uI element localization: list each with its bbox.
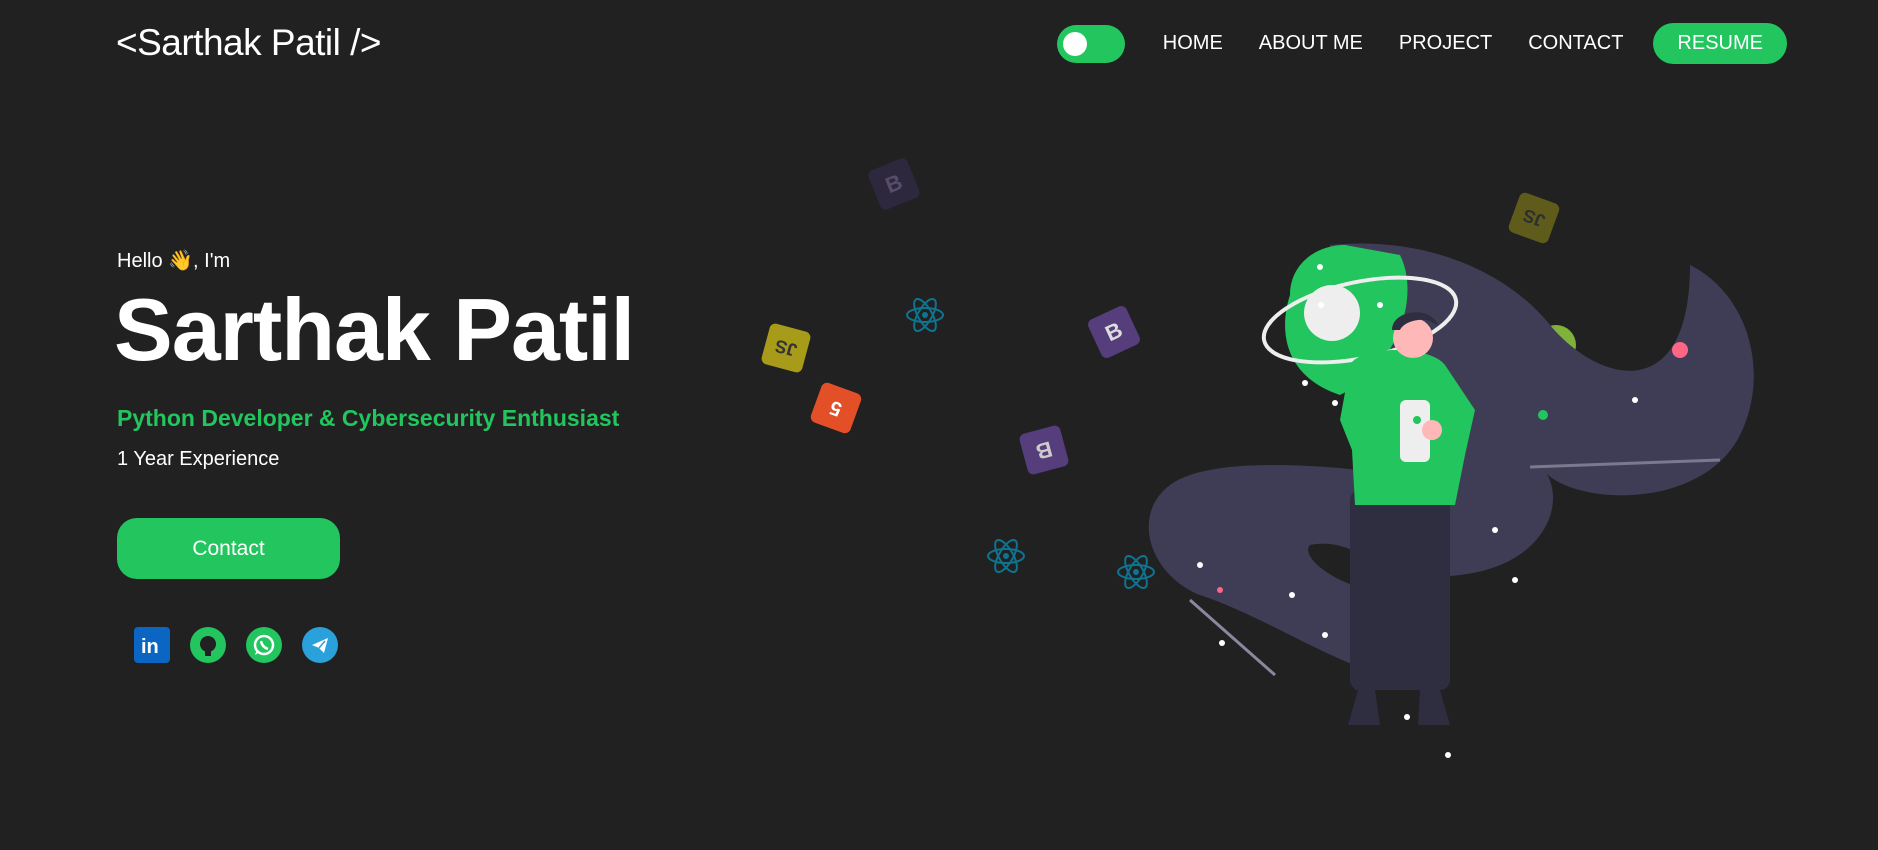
theme-toggle[interactable]: [1056, 24, 1125, 63]
hero-name: Sarthak Patil: [114, 280, 635, 379]
hero-illustration: [1148, 243, 1754, 758]
bootstrap-icon: B: [866, 156, 922, 212]
hero-experience: 1 Year Experience: [117, 448, 280, 470]
resume-button[interactable]: RESUME: [1653, 23, 1787, 64]
svg-text:in: in: [141, 636, 159, 658]
greeting: Hello 👋, I'm: [117, 248, 230, 273]
main-nav: HOME ABOUT ME PROJECT CONTACT RESUME: [1056, 23, 1787, 64]
site-logo[interactable]: <Sarthak Patil />: [116, 22, 382, 64]
hero-role: Python Developer & Cybersecurity Enthusi…: [117, 405, 620, 431]
javascript-icon: JS: [760, 322, 812, 374]
toggle-knob: [1062, 31, 1087, 56]
bootstrap-icon: B: [1018, 424, 1070, 476]
html5-icon: 5: [809, 381, 863, 435]
telegram-icon[interactable]: [302, 627, 338, 663]
whatsapp-icon[interactable]: [246, 627, 282, 663]
greeting-suffix: , I'm: [193, 250, 231, 272]
react-icon: [906, 298, 944, 332]
nav-project[interactable]: PROJECT: [1399, 32, 1492, 55]
contact-button[interactable]: Contact: [117, 518, 340, 579]
react-icon: [987, 539, 1025, 573]
greeting-prefix: Hello: [117, 250, 163, 272]
nav-contact[interactable]: CONTACT: [1528, 32, 1623, 55]
linkedin-icon[interactable]: in: [134, 627, 170, 663]
github-icon[interactable]: [190, 627, 226, 663]
nav-about[interactable]: ABOUT ME: [1259, 32, 1363, 55]
wave-emoji: 👋: [168, 250, 194, 272]
social-links: in: [134, 627, 358, 663]
nav-home[interactable]: HOME: [1163, 32, 1223, 55]
